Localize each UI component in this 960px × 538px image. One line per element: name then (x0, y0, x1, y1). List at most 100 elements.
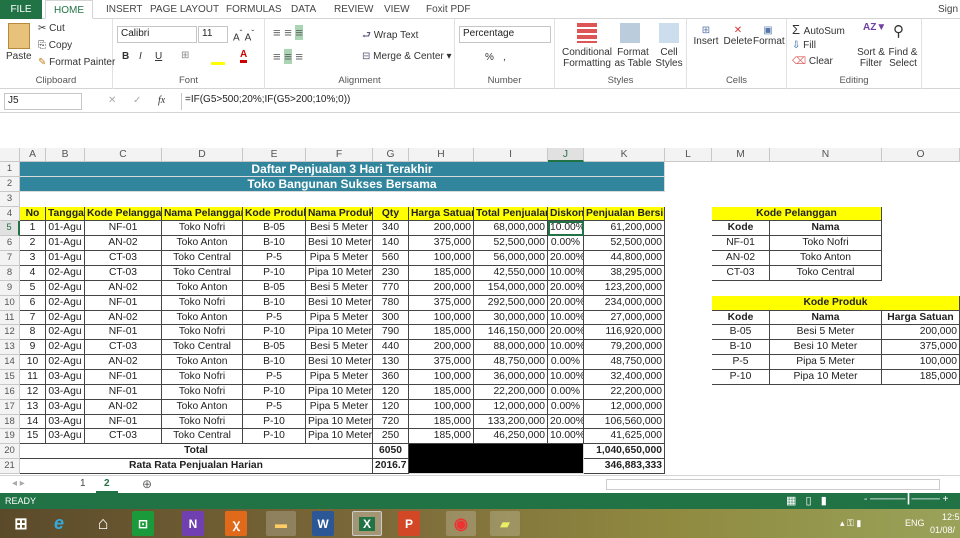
table-cell[interactable]: 02-Agu (46, 280, 85, 296)
row-header[interactable]: 8 (0, 266, 20, 281)
lookup-cell[interactable]: Pipa 10 Meter (770, 370, 882, 385)
paste-button[interactable]: Paste (6, 51, 32, 62)
row-header[interactable]: 1 (0, 162, 20, 177)
table-cell[interactable]: 01-Agu (46, 236, 85, 252)
lookup-cell[interactable]: Toko Nofri (770, 236, 882, 252)
sticky-notes-icon[interactable]: ▰ (490, 511, 520, 536)
table-cell[interactable]: CT-03 (85, 340, 162, 356)
lookup-cell[interactable]: P-5 (712, 355, 770, 371)
table-cell[interactable]: 20.00% (548, 295, 584, 311)
column-label[interactable]: Harga Satuan (409, 206, 474, 222)
row-header[interactable]: 6 (0, 236, 20, 252)
row-header[interactable]: 3 (0, 191, 20, 207)
lookup-cell[interactable]: CT-03 (712, 266, 770, 281)
table-cell[interactable]: 27,000,000 (584, 310, 665, 326)
table-cell[interactable]: 6 (20, 295, 46, 311)
column-label[interactable]: Qty (373, 206, 409, 222)
row-header[interactable]: 16 (0, 384, 20, 400)
table-cell[interactable]: 44,800,000 (584, 251, 665, 267)
lookup-cell[interactable]: Toko Anton (770, 251, 882, 267)
table-cell[interactable]: AN-02 (85, 355, 162, 371)
table-cell[interactable]: Toko Anton (162, 310, 243, 326)
lookup-cell[interactable]: 200,000 (882, 325, 960, 341)
column-label[interactable]: Kode Produk (243, 206, 306, 222)
row-header[interactable]: 5 (0, 221, 20, 237)
border-icon[interactable]: ⊞ (181, 50, 189, 61)
table-cell[interactable]: 38,295,000 (584, 266, 665, 281)
table-cell[interactable]: B-10 (243, 236, 306, 252)
total-bersih[interactable]: 1,040,650,000 (584, 444, 665, 460)
table-cell[interactable]: 375,000 (409, 295, 474, 311)
column-label[interactable]: Tanggal (46, 206, 85, 222)
font-name-select[interactable]: Calibri (117, 26, 197, 43)
font-size-select[interactable]: 11 (198, 26, 228, 43)
table-cell[interactable]: 02-Agu (46, 325, 85, 341)
column-header-l[interactable]: L (665, 148, 712, 162)
table-cell[interactable]: 10.00% (548, 370, 584, 385)
table-cell[interactable]: 10.00% (548, 266, 584, 281)
table-cell[interactable]: 560 (373, 251, 409, 267)
column-label[interactable]: No (20, 206, 46, 222)
table-cell[interactable]: P-5 (243, 310, 306, 326)
table-cell[interactable]: 20.00% (548, 414, 584, 430)
table-cell[interactable]: Besi 5 Meter (306, 280, 373, 296)
chrome-icon[interactable]: ◉ (446, 511, 476, 536)
table-cell[interactable]: 01-Agu (46, 251, 85, 267)
fill-button[interactable]: ⇩ Fill (792, 40, 816, 51)
table-cell[interactable]: 185,000 (409, 325, 474, 341)
clock-time[interactable]: 12:5 (942, 512, 960, 522)
table-cell[interactable]: 340 (373, 221, 409, 237)
column-header-g[interactable]: G (373, 148, 409, 162)
table-cell[interactable]: 4 (20, 266, 46, 281)
table-cell[interactable]: 22,200,000 (584, 384, 665, 400)
sheet-tab-2[interactable]: 2 (96, 476, 118, 493)
table-cell[interactable]: 52,500,000 (474, 236, 548, 252)
underline-button[interactable]: U (155, 51, 162, 62)
table-cell[interactable]: 0.00% (548, 236, 584, 252)
table-cell[interactable]: 3 (20, 251, 46, 267)
row-header[interactable]: 4 (0, 206, 20, 222)
table-cell[interactable]: 02-Agu (46, 340, 85, 356)
number-format-select[interactable]: Percentage (459, 26, 551, 43)
font-color-icon[interactable]: A (240, 49, 248, 63)
lookup-cell[interactable]: AN-02 (712, 251, 770, 267)
column-header-d[interactable]: D (162, 148, 243, 162)
table-cell[interactable]: 0.00% (548, 399, 584, 415)
column-label[interactable]: Diskon (548, 206, 584, 222)
sheet-subtitle[interactable]: Toko Bangunan Sukses Bersama (20, 176, 665, 192)
table-cell[interactable]: 46,250,000 (474, 429, 548, 445)
table-cell[interactable]: 03-Agu (46, 414, 85, 430)
table-cell[interactable]: 02-Agu (46, 355, 85, 371)
row-header[interactable]: 2 (0, 176, 20, 192)
table-cell[interactable]: Toko Nofri (162, 221, 243, 237)
table-cell[interactable]: 185,000 (409, 414, 474, 430)
lookup-header[interactable]: Harga Satuan (882, 310, 960, 326)
table-cell[interactable]: AN-02 (85, 399, 162, 415)
lookup-header[interactable]: Nama (770, 221, 882, 237)
lookup-header[interactable]: Nama (770, 310, 882, 326)
cut-button[interactable]: ✂ Cut (38, 23, 65, 34)
column-header-k[interactable]: K (584, 148, 665, 162)
row-header[interactable]: 19 (0, 429, 20, 445)
table-cell[interactable]: 185,000 (409, 266, 474, 281)
table-cell[interactable]: 03-Agu (46, 429, 85, 445)
column-label[interactable]: Nama Produk (306, 206, 373, 222)
powerpoint-icon[interactable]: P (398, 511, 420, 536)
table-cell[interactable]: NF-01 (85, 325, 162, 341)
table-cell[interactable]: B-10 (243, 295, 306, 311)
tab-file[interactable]: FILE (0, 0, 42, 19)
column-header-a[interactable]: A (20, 148, 46, 162)
table-cell[interactable]: Pipa 10 Meter (306, 429, 373, 445)
table-cell[interactable]: 120 (373, 399, 409, 415)
table-cell[interactable]: 11 (20, 370, 46, 385)
column-label[interactable]: Nama Pelanggan (162, 206, 243, 222)
select-all-corner[interactable] (0, 148, 20, 162)
lookup-cell[interactable]: Besi 10 Meter (770, 340, 882, 356)
view-buttons[interactable]: ▦ ▯ ▮ (786, 494, 827, 507)
table-cell[interactable]: Toko Nofri (162, 370, 243, 385)
table-cell[interactable]: CT-03 (85, 251, 162, 267)
table-cell[interactable]: 375,000 (409, 236, 474, 252)
table-cell[interactable]: 10 (20, 355, 46, 371)
table-cell[interactable]: 133,200,000 (474, 414, 548, 430)
language-indicator[interactable]: ENG (905, 518, 925, 528)
